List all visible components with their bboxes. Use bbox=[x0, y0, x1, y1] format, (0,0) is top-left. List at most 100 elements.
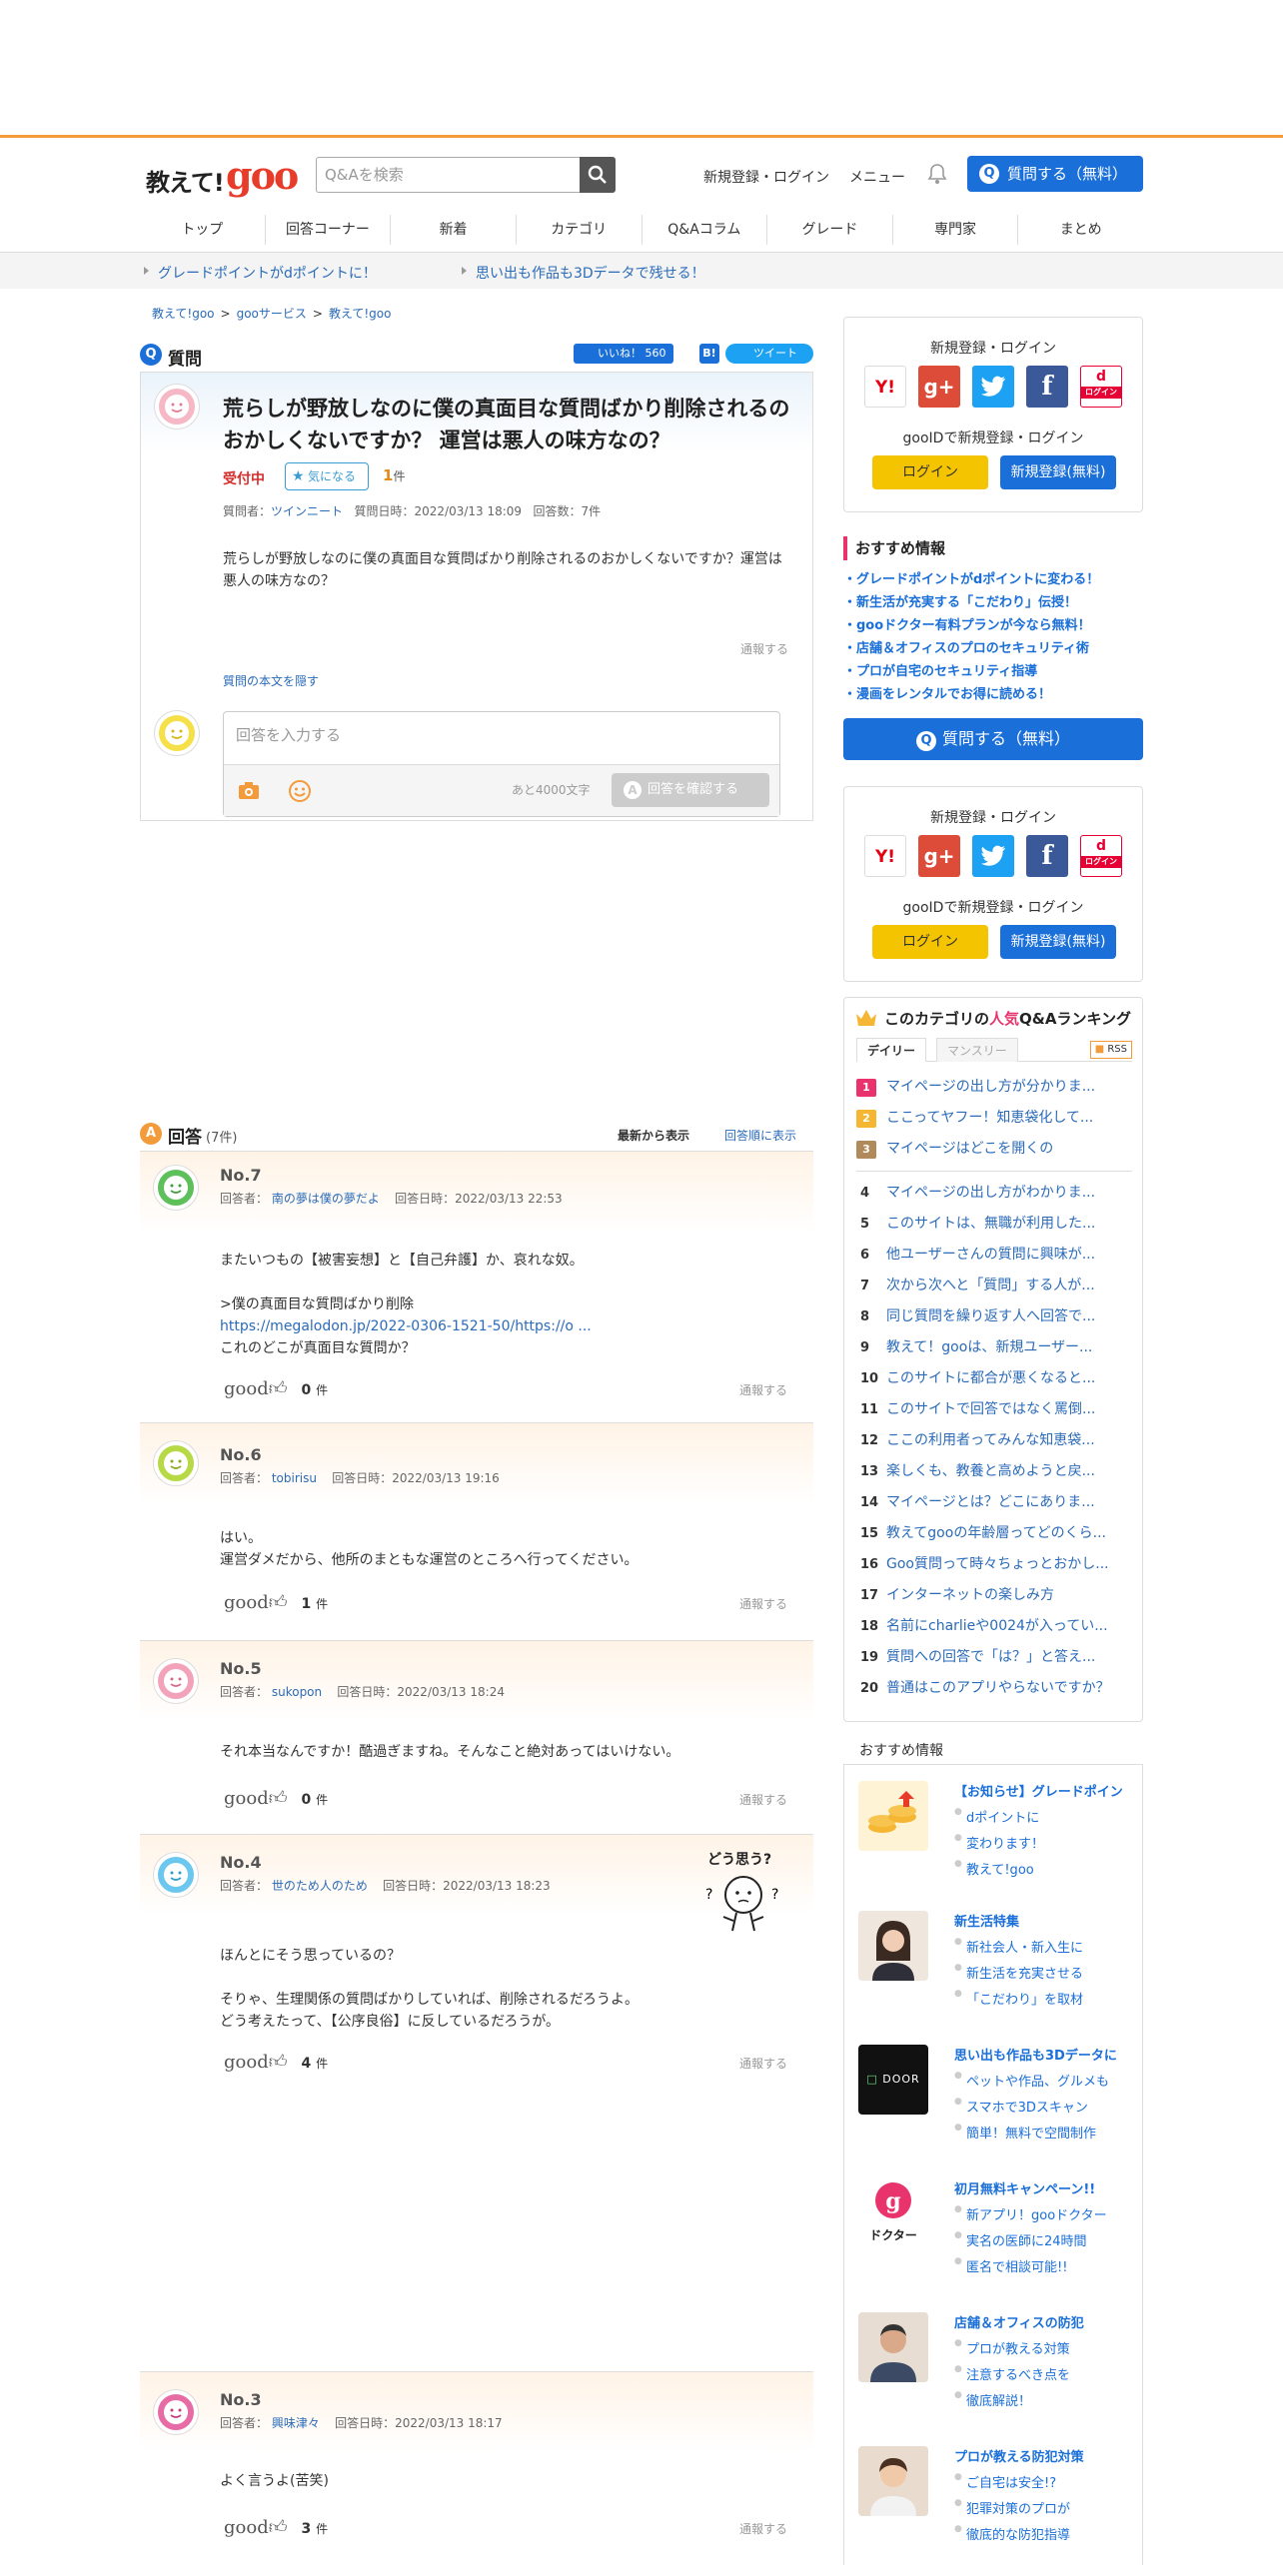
recommend-link[interactable]: ・プロが自宅のセキュリティ指導 bbox=[843, 660, 1143, 683]
ranking-item[interactable]: 9 教えて！gooは、新規ユーザー... bbox=[856, 1332, 1132, 1363]
answer-input[interactable]: 回答を入力する bbox=[224, 712, 779, 764]
osusume-card[interactable]: 【お知らせ】グレードポイン dポイントに 変わります！ 教えて!goo bbox=[858, 1781, 1138, 1911]
ranking-item[interactable]: 6 他ユーザーさんの質問に興味が... bbox=[856, 1240, 1132, 1271]
recommend-link[interactable]: ・新生活が充実する「こだわり」伝授！ bbox=[843, 591, 1143, 614]
answerer-avatar[interactable] bbox=[154, 1441, 198, 1485]
ask-question-button-large[interactable]: Q 質問する（無料） bbox=[843, 718, 1143, 760]
osusume-card[interactable]: プロが教える防犯対策 ご自宅は安全!? 犯罪対策のプロが 徹底的な防犯指導 bbox=[858, 2446, 1138, 2576]
hide-body-link[interactable]: 質問の本文を隠す bbox=[223, 672, 319, 689]
report-link[interactable]: 通報する bbox=[740, 640, 788, 657]
nav-grade[interactable]: グレード bbox=[767, 215, 893, 245]
site-logo[interactable]: 教えて! goo bbox=[146, 153, 299, 198]
asker-avatar[interactable] bbox=[155, 385, 199, 429]
recommend-link[interactable]: ・gooドクター有料プランが今なら無料！ bbox=[843, 614, 1143, 637]
nav-qa-column[interactable]: Q&Aコラム bbox=[642, 215, 768, 245]
report-link[interactable]: 通報する bbox=[739, 1791, 787, 1808]
nav-expert[interactable]: 専門家 bbox=[893, 215, 1019, 245]
bell-icon[interactable] bbox=[927, 163, 947, 185]
twitter-login-icon[interactable] bbox=[972, 835, 1014, 877]
nav-summary[interactable]: まとめ bbox=[1018, 215, 1143, 245]
answerer-link[interactable]: tobirisu bbox=[272, 1471, 317, 1485]
nav-answer-corner[interactable]: 回答コーナー bbox=[266, 215, 392, 245]
sort-oldest[interactable]: 回答順に表示 bbox=[724, 1127, 796, 1144]
yahoo-login-icon[interactable]: Y! bbox=[864, 835, 906, 877]
register-button[interactable]: 新規登録(無料) bbox=[1000, 455, 1116, 489]
good-button[interactable]: good👍︎ 4 件 bbox=[224, 2051, 328, 2073]
good-button[interactable]: good👍︎ 3 件 bbox=[224, 2516, 328, 2538]
tweet-button[interactable]: ツイート bbox=[725, 344, 813, 364]
menu-link[interactable]: メニュー bbox=[849, 167, 905, 187]
search-button[interactable] bbox=[580, 157, 616, 193]
report-link[interactable]: 通報する bbox=[739, 1381, 787, 1398]
answerer-link[interactable]: 興味津々 bbox=[272, 2416, 320, 2430]
sort-newest[interactable]: 最新から表示 bbox=[618, 1127, 689, 1144]
answerer-avatar[interactable] bbox=[154, 1659, 198, 1703]
ranking-item[interactable]: 20 普通はこのアプリやらないですか？ bbox=[856, 1673, 1132, 1704]
report-link[interactable]: 通報する bbox=[739, 1595, 787, 1612]
facebook-login-icon[interactable]: f bbox=[1026, 366, 1068, 408]
good-button[interactable]: good👍︎ 1 件 bbox=[224, 1591, 328, 1613]
ranking-item[interactable]: 17 インターネットの楽しみ方 bbox=[856, 1580, 1132, 1611]
ranking-item[interactable]: 3 マイページはどこを開くの bbox=[856, 1134, 1132, 1165]
login-button[interactable]: ログイン bbox=[872, 925, 988, 959]
ranking-item[interactable]: 7 次から次へと「質問」する人が... bbox=[856, 1271, 1132, 1301]
follow-button[interactable]: 気になる bbox=[285, 462, 369, 490]
google-login-icon[interactable]: g+ bbox=[918, 366, 960, 408]
nav-new[interactable]: 新着 bbox=[391, 215, 517, 245]
nav-top[interactable]: トップ bbox=[140, 215, 266, 245]
asker-link[interactable]: ツインニート bbox=[271, 504, 343, 518]
good-button[interactable]: good👍︎ 0 件 bbox=[224, 1377, 328, 1399]
facebook-login-icon[interactable]: f bbox=[1026, 835, 1068, 877]
ranking-item[interactable]: 14 マイページとは？どこにありま... bbox=[856, 1487, 1132, 1518]
recommend-link[interactable]: ・店舗＆オフィスのプロのセキュリティ術 bbox=[843, 637, 1143, 660]
ranking-item[interactable]: 19 質問への回答で「は？」と答え... bbox=[856, 1642, 1132, 1673]
confirm-answer-button[interactable]: A 回答を確認する bbox=[612, 773, 769, 807]
answerer-avatar[interactable] bbox=[154, 1166, 198, 1210]
google-login-icon[interactable]: g+ bbox=[918, 835, 960, 877]
camera-icon[interactable] bbox=[238, 781, 260, 801]
ranking-item[interactable]: 15 教えてgooの年齢層ってどのくら... bbox=[856, 1518, 1132, 1549]
breadcrumb-item[interactable]: 教えて!goo bbox=[329, 307, 392, 321]
ranking-item[interactable]: 4 マイページの出し方がわかりま... bbox=[856, 1178, 1132, 1209]
docomo-login-icon[interactable]: d ログイン bbox=[1080, 366, 1122, 408]
register-button[interactable]: 新規登録(無料) bbox=[1000, 925, 1116, 959]
ranking-item[interactable]: 1 マイページの出し方が分かりま... bbox=[856, 1072, 1132, 1103]
register-login-link[interactable]: 新規登録・ログイン bbox=[703, 167, 829, 187]
answerer-link[interactable]: 南の夢は僕の夢だよ bbox=[272, 1192, 380, 1206]
ranking-item[interactable]: 8 同じ質問を繰り返す人へ回答で... bbox=[856, 1301, 1132, 1332]
report-link[interactable]: 通報する bbox=[739, 2520, 787, 2537]
answer-link[interactable]: https://megalodon.jp/2022-0306-1521-50/h… bbox=[220, 1318, 592, 1334]
ranking-item[interactable]: 5 このサイトは、無職が利用した... bbox=[856, 1209, 1132, 1240]
search-input[interactable]: Q&Aを検索 bbox=[316, 157, 580, 193]
ranking-item[interactable]: 11 このサイトで回答ではなく罵倒... bbox=[856, 1394, 1132, 1425]
breadcrumb-item[interactable]: gooサービス bbox=[237, 307, 307, 321]
recommend-link[interactable]: ・グレードポイントがdポイントに変わる！ bbox=[843, 568, 1143, 591]
recommend-link[interactable]: ・漫画をレンタルでお得に読める！ bbox=[843, 683, 1143, 706]
docomo-login-icon[interactable]: d ログイン bbox=[1080, 835, 1122, 877]
hatena-bookmark-icon[interactable]: B! bbox=[699, 344, 719, 364]
osusume-card[interactable]: 店舗＆オフィスの防犯 プロが教える対策 注意するべき点を 徹底解説！ bbox=[858, 2312, 1138, 2442]
ranking-item[interactable]: 16 Goo質問って時々ちょっとおかし... bbox=[856, 1549, 1132, 1580]
ranking-item[interactable]: 12 ここの利用者ってみんな知恵袋... bbox=[856, 1425, 1132, 1456]
osusume-card[interactable]: 新生活特集 新社会人・新入生に 新生活を充実させる 「こだわり」を取材 bbox=[858, 1911, 1138, 2041]
login-button[interactable]: ログイン bbox=[872, 455, 988, 489]
info-link-3d[interactable]: 思い出も作品も3Dデータで残せる！ bbox=[462, 263, 705, 283]
tab-daily[interactable]: デイリー bbox=[856, 1038, 927, 1062]
ranking-item[interactable]: 18 名前にcharlieや0024が入ってい... bbox=[856, 1611, 1132, 1642]
emoji-icon[interactable] bbox=[288, 779, 312, 803]
ranking-item[interactable]: 10 このサイトに都合が悪くなると... bbox=[856, 1363, 1132, 1394]
answerer-link[interactable]: 世のため人のため bbox=[272, 1879, 368, 1893]
nav-category[interactable]: カテゴリ bbox=[517, 215, 642, 245]
ask-question-button[interactable]: Q 質問する（無料） bbox=[967, 156, 1143, 192]
tab-monthly[interactable]: マンスリー bbox=[936, 1038, 1018, 1062]
answerer-avatar[interactable] bbox=[154, 2390, 198, 2434]
answerer-link[interactable]: sukopon bbox=[272, 1685, 322, 1699]
ranking-item[interactable]: 13 楽しくも、教養と高めようと戻... bbox=[856, 1456, 1132, 1487]
ranking-item[interactable]: 2 ここってヤフー！知恵袋化して... bbox=[856, 1103, 1132, 1134]
like-button[interactable]: いいね！ 560 bbox=[574, 344, 673, 364]
yahoo-login-icon[interactable]: Y! bbox=[864, 366, 906, 408]
twitter-login-icon[interactable] bbox=[972, 366, 1014, 408]
rss-link[interactable]: ■ RSS bbox=[1089, 1041, 1132, 1059]
osusume-card[interactable]: gドクター 初月無料キャンペーン!! 新アプリ！gooドクター 実名の医師に24… bbox=[858, 2178, 1138, 2308]
report-link[interactable]: 通報する bbox=[739, 2055, 787, 2072]
